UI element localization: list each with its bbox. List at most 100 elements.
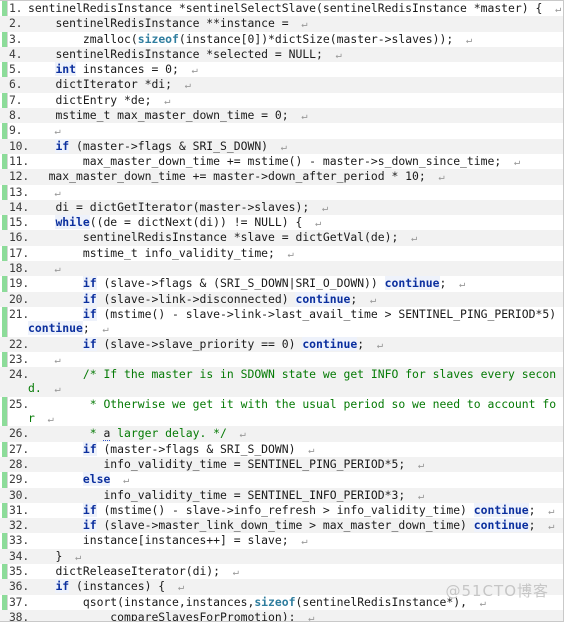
- code-line[interactable]: 14. di = dictGetIterator(master->slaves)…: [0, 199, 563, 216]
- token-kw: continue: [384, 276, 440, 291]
- line-source[interactable]: mstime_t info_validity_time; ↵: [28, 246, 563, 261]
- line-number: 38.: [9, 609, 29, 622]
- line-source[interactable]: mstime_t max_master_down_time = 0; ↵: [28, 108, 563, 123]
- token-kw: int: [55, 62, 77, 77]
- line-source[interactable]: sentinelRedisInstance *sentinelSelectSla…: [28, 1, 563, 16]
- code-line[interactable]: 2. sentinelRedisInstance **instance = ↵: [0, 16, 563, 32]
- token-kw: continue: [473, 518, 529, 533]
- code-line[interactable]: 15. while((de = dictNext(di)) != NULL) {…: [0, 215, 563, 230]
- code-line[interactable]: 22. if (slave->slave_priority == 0) cont…: [0, 336, 563, 352]
- line-source[interactable]: else ↵: [28, 472, 563, 487]
- code-line[interactable]: 24. /* If the master is in SDOWN state w…: [0, 367, 563, 397]
- code-line[interactable]: 34. } ↵: [0, 548, 563, 564]
- code-line[interactable]: 3. zmalloc(sizeof(instance[0])*dictSize(…: [0, 32, 563, 47]
- line-source[interactable]: if (mstime() - slave->info_refresh > inf…: [28, 502, 563, 518]
- line-source[interactable]: * a larger delay. */ ↵: [28, 426, 563, 442]
- line-source[interactable]: instance[instances++] = slave; ↵: [28, 533, 563, 548]
- pilcrow-icon: ↵: [501, 155, 521, 168]
- line-source[interactable]: ↵: [28, 123, 563, 138]
- line-source[interactable]: if (slave->master_link_down_time > max_m…: [28, 518, 563, 533]
- line-source[interactable]: compareSlavesForPromotion); ↵: [28, 609, 563, 622]
- pilcrow-icon: ↵: [288, 535, 308, 548]
- code-line-list[interactable]: 1. sentinelRedisInstance *sentinelSelectS…: [0, 1, 563, 622]
- line-source[interactable]: if (slave->link->disconnected) continue;…: [28, 291, 563, 307]
- line-source[interactable]: dictReleaseIterator(di); ↵: [28, 564, 563, 579]
- code-line[interactable]: 33. instance[instances++] = slave; ↵: [0, 533, 563, 548]
- line-source[interactable]: dictIterator *di; ↵: [28, 77, 563, 92]
- line-source[interactable]: } ↵: [28, 549, 563, 564]
- code-line[interactable]: 7. dictEntry *de; ↵: [0, 93, 563, 108]
- pilcrow-icon: ↵: [172, 79, 191, 92]
- code-line[interactable]: 1. sentinelRedisInstance *sentinelSelectS…: [0, 1, 563, 16]
- code-viewer[interactable]: 1. sentinelRedisInstance *sentinelSelectS…: [0, 0, 564, 622]
- line-source[interactable]: ↵: [28, 261, 563, 276]
- line-source[interactable]: if (master->flags & SRI_S_DOWN) ↵: [28, 138, 563, 154]
- code-line[interactable]: 31. if (mstime() - slave->info_refresh >…: [0, 502, 563, 518]
- line-source[interactable]: di = dictGetIterator(master->slaves); ↵: [28, 199, 563, 215]
- code-line[interactable]: 20. if (slave->link->disconnected) conti…: [0, 291, 563, 307]
- code-line[interactable]: 26. * a larger delay. */ ↵: [0, 426, 563, 442]
- code-line[interactable]: 12. max_master_down_time += master->down…: [0, 169, 563, 185]
- code-line[interactable]: 23. ↵: [0, 352, 563, 367]
- code-line[interactable]: 4. sentinelRedisInstance *selected = NUL…: [0, 46, 563, 63]
- token-plain: compareSlavesForPromotion);: [110, 609, 296, 622]
- code-line[interactable]: 6. dictIterator *di; ↵: [0, 77, 563, 93]
- code-line[interactable]: 13. ↵: [0, 185, 563, 200]
- line-source[interactable]: if (slave->flags & (SRI_S_DOWN|SRI_O_DOW…: [28, 276, 563, 291]
- line-source[interactable]: info_validity_time = SENTINEL_PING_PERIO…: [28, 457, 563, 472]
- token-plain: (mstime() - slave->info_refresh > info_v…: [96, 502, 474, 517]
- line-source[interactable]: max_master_down_time += master->down_aft…: [28, 169, 563, 184]
- line-source[interactable]: if (master->flags & SRI_S_DOWN) ↵: [28, 441, 563, 457]
- line-source[interactable]: zmalloc(sizeof(instance[0])*dictSize(mas…: [28, 32, 563, 47]
- token-plain: di = dictGetIterator(master->slaves);: [55, 199, 310, 214]
- code-line[interactable]: 5. int instances = 0; ↵: [0, 62, 563, 77]
- code-line[interactable]: 10. if (master->flags & SRI_S_DOWN) ↵: [0, 138, 563, 154]
- line-source[interactable]: max_master_down_time += mstime() - maste…: [28, 154, 563, 169]
- pilcrow-icon: ↵: [302, 217, 322, 230]
- code-line[interactable]: 9. ↵: [0, 123, 563, 138]
- code-line[interactable]: 38. compareSlavesForPromotion); ↵: [0, 609, 563, 622]
- line-source[interactable]: while((de = dictNext(di)) != NULL) { ↵: [28, 215, 563, 230]
- line-source[interactable]: /* If the master is in SDOWN state we ge…: [28, 367, 563, 397]
- code-line[interactable]: 32. if (slave->master_link_down_time > m…: [0, 518, 563, 534]
- code-line[interactable]: 30. info_validity_time = SENTINEL_INFO_P…: [0, 487, 563, 503]
- line-source[interactable]: sentinelRedisInstance *selected = NULL; …: [28, 47, 563, 62]
- code-line[interactable]: 19. if (slave->flags & (SRI_S_DOWN|SRI_O…: [0, 276, 563, 291]
- code-line[interactable]: 29. else ↵: [0, 472, 563, 487]
- code-line[interactable]: 18. ↵: [0, 261, 563, 277]
- line-source[interactable]: if (mstime() - slave->link->last_avail_t…: [28, 306, 563, 337]
- code-line[interactable]: 27. if (master->flags & SRI_S_DOWN) ↵: [0, 441, 563, 457]
- line-source[interactable]: ↵: [28, 185, 563, 200]
- code-line[interactable]: 21. if (mstime() - slave->link->last_ava…: [0, 306, 563, 337]
- line-number: 21.: [9, 306, 29, 321]
- line-source[interactable]: * Otherwise we get it with the usual per…: [28, 397, 563, 427]
- code-line[interactable]: 25. * Otherwise we get it with the usual…: [0, 397, 563, 427]
- code-line[interactable]: 8. mstime_t max_master_down_time = 0; ↵: [0, 108, 563, 124]
- code-line[interactable]: 35. dictReleaseIterator(di); ↵: [0, 564, 563, 579]
- pilcrow-icon: ↵: [274, 247, 294, 260]
- code-line[interactable]: 17. mstime_t info_validity_time; ↵: [0, 246, 563, 261]
- pilcrow-icon: ↵: [89, 323, 109, 336]
- token-plain: sentinelRedisInstance *sentinelSelectSla…: [28, 1, 543, 15]
- code-line[interactable]: 16. sentinelRedisInstance *slave = dictG…: [0, 230, 563, 246]
- line-source[interactable]: if (slave->slave_priority == 0) continue…: [28, 336, 563, 352]
- line-source[interactable]: info_validity_time = SENTINEL_INFO_PERIO…: [28, 488, 563, 503]
- token-kw: if: [55, 579, 70, 594]
- code-line[interactable]: 28. info_validity_time = SENTINEL_PING_P…: [0, 456, 563, 473]
- line-source[interactable]: sentinelRedisInstance **instance = ↵: [28, 16, 563, 31]
- line-source[interactable]: int instances = 0; ↵: [28, 62, 563, 77]
- line-source[interactable]: ↵: [28, 352, 563, 367]
- line-source[interactable]: sentinelRedisInstance *slave = dictGetVa…: [28, 230, 563, 245]
- token-plain: ((de = dictNext(di)) != NULL) {: [89, 215, 303, 230]
- token-cmt: /* If the master is in SDOWN state we ge…: [28, 367, 557, 396]
- code-line[interactable]: 11. max_master_down_time += mstime() - m…: [0, 154, 563, 169]
- line-source[interactable]: dictEntry *de; ↵: [28, 93, 563, 108]
- line-number: 29.: [9, 472, 29, 487]
